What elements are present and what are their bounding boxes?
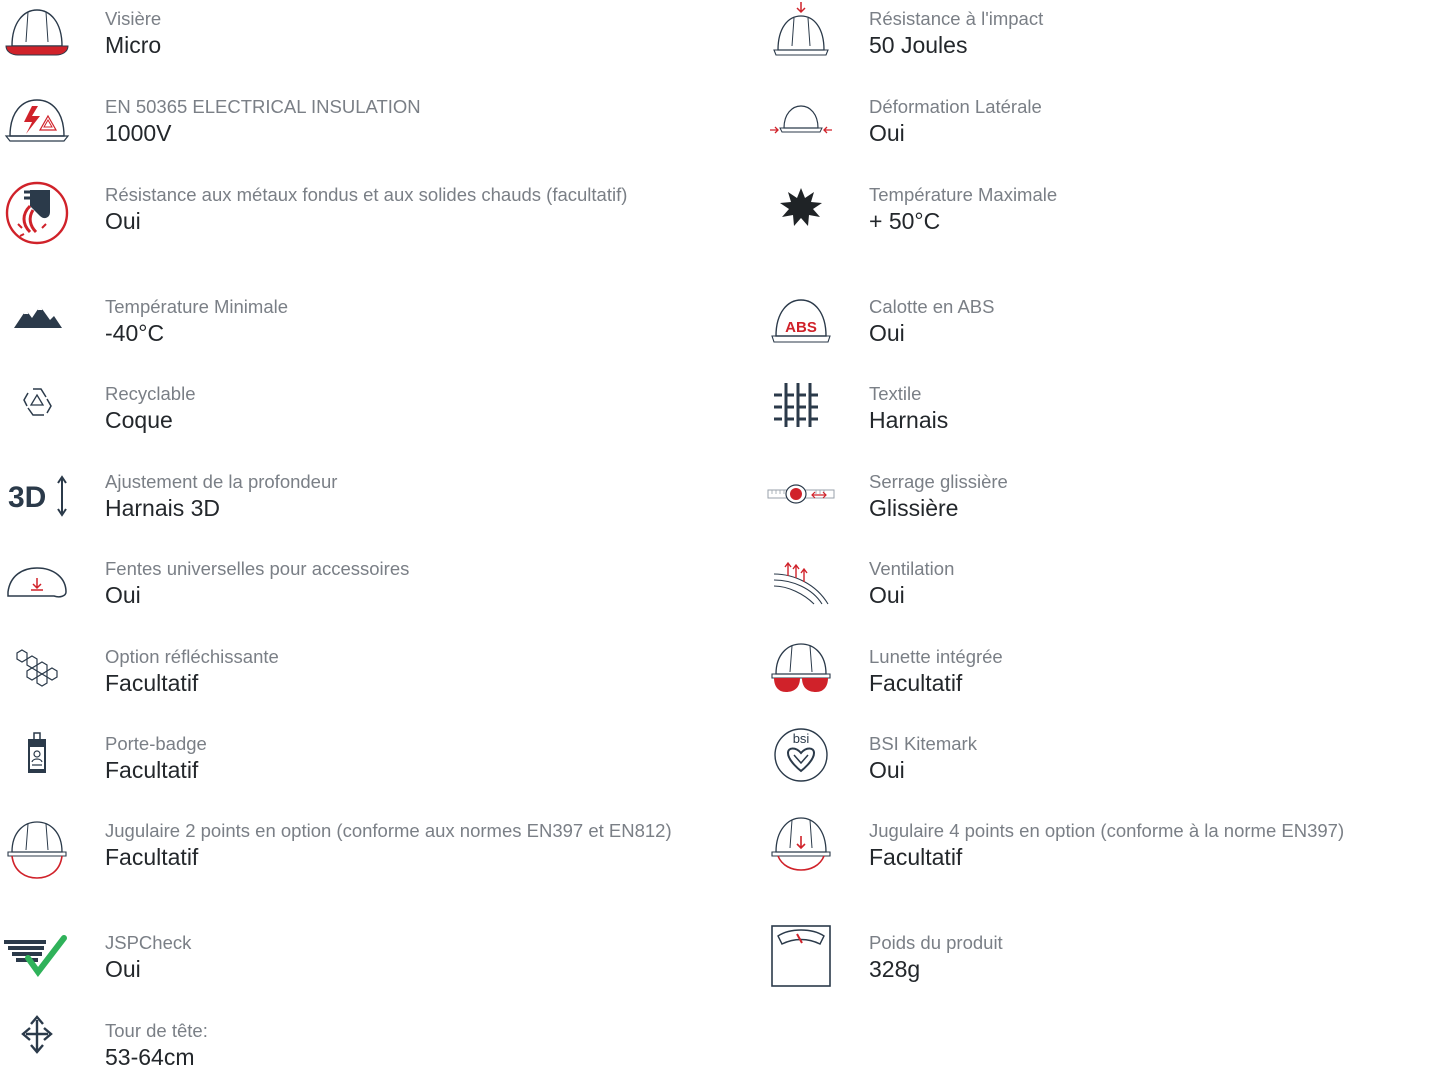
feature-label: Fentes universelles pour accessoires	[105, 558, 410, 579]
molten-metal-icon	[5, 181, 69, 245]
feature-label: EN 50365 ELECTRICAL INSULATION	[105, 96, 421, 117]
feature-label: Recyclable	[105, 383, 196, 404]
feature-value: + 50°C	[869, 208, 941, 234]
reflective-honeycomb-icon	[16, 649, 58, 687]
feature-label: Jugulaire 2 points en option (conforme a…	[105, 820, 672, 841]
feature-value: 50 Joules	[869, 32, 968, 58]
helmet-visor-icon	[5, 9, 69, 56]
feature-label: Jugulaire 4 points en option (conforme à…	[869, 820, 1345, 841]
feature-label: Serrage glissière	[869, 471, 1008, 492]
chinstrap-2pt-icon	[7, 821, 67, 879]
feature-value: 53-64cm	[105, 1044, 195, 1070]
feature-value: Oui	[869, 757, 905, 783]
3d-adjust-icon: 3D	[8, 475, 67, 517]
badge-holder-icon	[28, 732, 46, 773]
feature-label: Ajustement de la profondeur	[105, 471, 338, 492]
slide-fit-icon	[767, 484, 835, 504]
feature-value: Oui	[869, 120, 905, 146]
feature-value: Oui	[869, 320, 905, 346]
feature-label: Lunette intégrée	[869, 646, 1003, 667]
feature-label: Poids du produit	[869, 932, 1003, 953]
feature-value: 328g	[869, 956, 921, 982]
svg-text:ABS: ABS	[785, 319, 817, 336]
feature-value: Harnais	[869, 407, 949, 433]
impact-helmet-icon	[773, 2, 829, 56]
feature-value: Facultatif	[105, 757, 199, 783]
bsi-kitemark-icon: bsi	[774, 728, 828, 782]
feature-value: Oui	[105, 208, 141, 234]
abs-shell-icon: ABS	[771, 299, 831, 343]
electrical-insulation-icon	[4, 99, 70, 142]
feature-value: Harnais 3D	[105, 495, 221, 521]
sun-max-temp-icon	[780, 188, 822, 226]
feature-label: Visière	[105, 8, 162, 29]
weight-scale-icon	[771, 925, 831, 987]
feature-label: Ventilation	[869, 558, 955, 579]
svg-text:bsi: bsi	[793, 731, 810, 746]
feature-label: JSPCheck	[105, 932, 192, 953]
svg-text:3D: 3D	[8, 481, 46, 514]
feature-label: Résistance aux métaux fondus et aux soli…	[105, 184, 628, 205]
feature-value: Facultatif	[869, 844, 963, 870]
chinstrap-4pt-icon	[771, 817, 831, 871]
feature-value: Oui	[105, 582, 141, 608]
feature-value: -40°C	[105, 320, 165, 346]
feature-label: Résistance à l'impact	[869, 8, 1044, 29]
feature-label: BSI Kitemark	[869, 733, 977, 754]
feature-label: Calotte en ABS	[869, 296, 995, 317]
head-size-arrows-icon	[21, 1015, 53, 1054]
feature-label: Textile	[869, 383, 922, 404]
integrated-goggles-icon	[771, 643, 831, 692]
mountains-cold-icon	[14, 304, 62, 328]
feature-value: Coque	[105, 407, 173, 433]
feature-value: Glissière	[869, 495, 959, 521]
feature-label: Température Minimale	[105, 296, 289, 317]
feature-value: Micro	[105, 32, 162, 58]
feature-value: Facultatif	[869, 670, 963, 696]
feature-value: 1000V	[105, 120, 172, 146]
lateral-deformation-icon	[770, 105, 832, 134]
feature-label: Tour de tête:	[105, 1020, 208, 1041]
feature-value: Facultatif	[105, 670, 199, 696]
feature-value: Oui	[869, 582, 905, 608]
feature-label: Déformation Latérale	[869, 96, 1042, 117]
feature-label: Température Maximale	[869, 184, 1058, 205]
feature-value: Oui	[105, 956, 141, 982]
textile-icon	[774, 383, 822, 427]
accessory-slot-icon	[7, 567, 67, 598]
feature-label: Porte-badge	[105, 733, 207, 754]
ventilation-icon	[773, 561, 829, 605]
recycle-icon	[23, 388, 52, 416]
feature-value: Facultatif	[105, 844, 199, 870]
feature-label: Option réfléchissante	[105, 646, 279, 667]
jspcheck-icon	[4, 935, 67, 978]
